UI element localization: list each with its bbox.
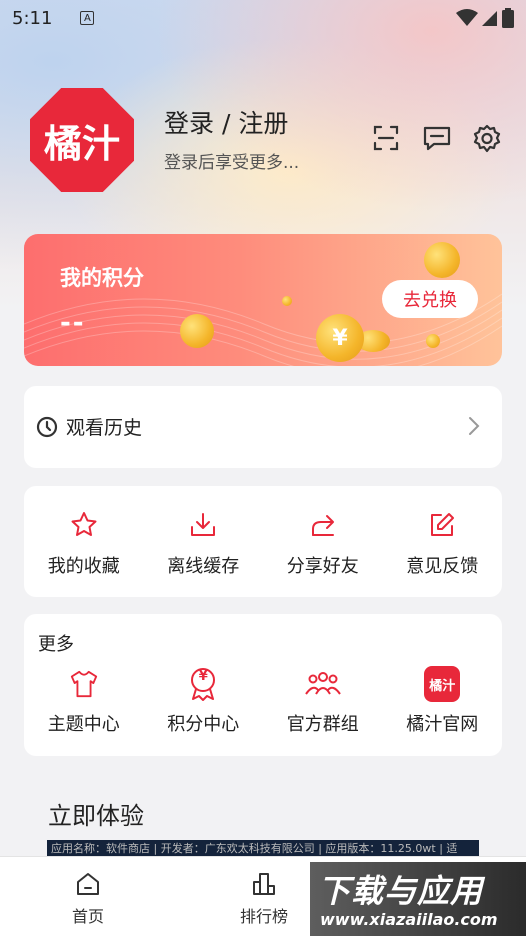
more-card: 更多 主题中心 ¥ 积分中心 官方群组 橘汁 橘汁官网 xyxy=(24,614,502,756)
more-title: 更多 xyxy=(38,634,74,655)
favorites-label: 我的收藏 xyxy=(47,556,120,577)
download-icon xyxy=(188,510,218,540)
chevron-right-icon xyxy=(469,417,480,435)
login-subtitle: 登录后享受更多... xyxy=(164,153,300,173)
status-bar: 5:11 A xyxy=(0,0,526,36)
share-friends-button[interactable]: 分享好友 xyxy=(263,510,383,578)
watch-history-row[interactable]: 观看历史 xyxy=(24,386,502,468)
yuan-coin-icon: ¥ xyxy=(316,314,364,362)
offline-cache-button[interactable]: 离线缓存 xyxy=(144,510,264,578)
coin-decoration xyxy=(282,296,292,306)
signal-icon xyxy=(482,11,497,26)
coin-decoration xyxy=(424,242,460,278)
official-website-label: 橘汁官网 xyxy=(406,714,479,735)
wifi-icon xyxy=(456,9,478,26)
battery-icon xyxy=(502,8,514,28)
points-title: 我的积分 xyxy=(60,266,144,290)
offline-cache-label: 离线缓存 xyxy=(167,556,240,577)
nav-home[interactable]: 首页 xyxy=(0,857,176,936)
try-now-title: 立即体验 xyxy=(48,802,144,830)
app-logo-icon: 橘汁 xyxy=(424,666,461,702)
quick-actions-card: 我的收藏 离线缓存 分享好友 意见反馈 xyxy=(24,486,502,597)
home-icon xyxy=(77,873,99,895)
coin-symbol: ¥ xyxy=(332,325,348,351)
official-groups-label: 官方群组 xyxy=(286,714,359,735)
exchange-button[interactable]: 去兑换 xyxy=(382,280,478,318)
watch-history-label: 观看历史 xyxy=(66,417,143,439)
profile-header: 橘汁 登录 / 注册 登录后享受更多... xyxy=(30,88,501,192)
medal-icon: ¥ xyxy=(188,666,218,702)
scan-icon[interactable] xyxy=(372,124,400,152)
settings-icon[interactable] xyxy=(472,124,501,153)
feedback-button[interactable]: 意见反馈 xyxy=(383,510,503,578)
points-card[interactable]: 我的积分 -- ¥ 去兑换 xyxy=(24,234,502,366)
points-value: -- xyxy=(60,308,86,338)
favorites-button[interactable]: 我的收藏 xyxy=(24,510,144,578)
group-icon xyxy=(303,666,343,702)
message-icon[interactable] xyxy=(422,124,451,152)
watermark-url: www.xiazaiilao.com xyxy=(320,910,498,929)
notification-icon: A xyxy=(80,11,95,25)
status-icons xyxy=(456,8,514,28)
watermark-title: 下载与应用 xyxy=(318,872,484,910)
feedback-label: 意见反馈 xyxy=(406,556,479,577)
app-logo[interactable]: 橘汁 xyxy=(30,88,134,192)
theme-center-label: 主题中心 xyxy=(47,714,120,735)
share-friends-label: 分享好友 xyxy=(286,556,359,577)
ranking-icon xyxy=(253,873,275,895)
login-register-link[interactable]: 登录 / 注册 xyxy=(164,104,288,140)
coin-decoration xyxy=(180,314,214,348)
star-icon xyxy=(69,510,99,540)
share-icon xyxy=(308,510,338,540)
official-website-button[interactable]: 橘汁 橘汁官网 xyxy=(383,666,503,736)
official-groups-button[interactable]: 官方群组 xyxy=(263,666,383,736)
website-icon-wrapper: 橘汁 xyxy=(424,666,461,702)
header-actions xyxy=(372,124,501,153)
points-center-button[interactable]: ¥ 积分中心 xyxy=(144,666,264,736)
clock-icon xyxy=(36,416,58,438)
nav-ranking-label: 排行榜 xyxy=(239,907,288,926)
tshirt-icon xyxy=(69,666,99,702)
points-center-label: 积分中心 xyxy=(167,714,240,735)
site-watermark: 下载与应用 www.xiazaiilao.com xyxy=(310,862,526,936)
coin-decoration xyxy=(426,334,440,348)
edit-icon xyxy=(427,510,457,540)
nav-home-label: 首页 xyxy=(71,907,104,926)
theme-center-button[interactable]: 主题中心 xyxy=(24,666,144,736)
medal-glyph: ¥ xyxy=(198,669,208,684)
status-time: 5:11 xyxy=(12,7,53,29)
